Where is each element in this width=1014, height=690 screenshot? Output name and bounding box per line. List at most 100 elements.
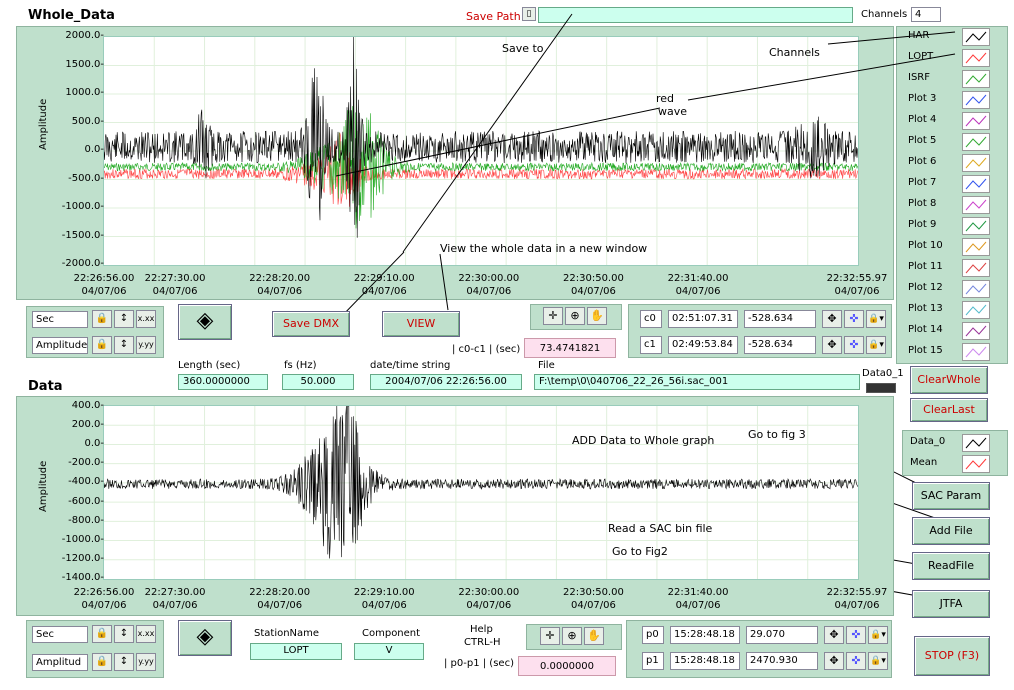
cursor-style-icon[interactable]: ✜ [844,310,864,328]
crosshair-tool-icon-2[interactable]: ✛ [540,627,560,645]
x-tick-date: 04/07/06 [570,600,616,611]
y-unit-field-2[interactable]: Amplitud [32,654,88,671]
x-tick-time: 22:31:40.00 [667,587,729,598]
y-lock-icon-2[interactable]: 🔒 [92,653,112,671]
pan-navigator-icon[interactable]: ◈ [178,304,232,340]
pan-navigator-icon-2[interactable]: ◈ [178,620,232,656]
cursor-lock-icon[interactable]: 🔒▾ [866,310,886,328]
jtfa-button[interactable]: JTFA [912,590,990,618]
x-tick-date: 04/07/06 [675,600,721,611]
datetime-label: date/time string [370,360,451,371]
x-tick-label: 22:27:30.00 04/07/06 [135,586,215,612]
clear-whole-button[interactable]: ClearWhole [910,366,988,394]
cursor-time[interactable]: 15:28:48.18 [670,652,740,670]
station-label: StationName [254,628,320,639]
legend-line-icon [962,434,990,452]
crosshair-tool-icon[interactable]: ✛ [543,307,563,325]
save-dmx-button[interactable]: Save DMX [272,311,350,337]
c0c1-label: | c0-c1 | (sec) [452,344,521,355]
cursor-move-icon[interactable]: ✥ [824,652,844,670]
cursor-style-icon[interactable]: ✜ [846,652,866,670]
view-button[interactable]: VIEW [382,311,460,337]
x-tick-date: 04/07/06 [81,600,127,611]
cursor-value[interactable]: 29.070 [746,626,818,644]
y-tick-label: -1200.0- [61,552,104,564]
component-label: Component [362,628,421,639]
stop-button[interactable]: STOP (F3) [914,636,990,676]
cursor-style-icon[interactable]: ✜ [844,336,864,354]
cursor-move-icon[interactable]: ✥ [822,310,842,328]
cursor-name: c0 [640,310,662,328]
cursor-time[interactable]: 02:51:07.31 [668,310,738,328]
x-tick-time: 22:32:55.97 [826,587,888,598]
legend-item-label: Data_0 [910,436,946,447]
help-label: Help [470,624,493,635]
hand-tool-icon-2[interactable]: ✋ [584,627,604,645]
y-tick-label: -200.0- [68,457,104,469]
cursor-value[interactable]: 2470.930 [746,652,818,670]
y-format-icon-2[interactable]: y.yy [136,653,156,671]
zoom-tool-icon[interactable]: ⊕ [565,307,585,325]
x-unit-field-2[interactable]: Sec [32,626,88,643]
cursor-move-icon[interactable]: ✥ [822,336,842,354]
x-tick-label: 22:26:56.00 04/07/06 [64,586,144,612]
y-tick-label: -1000.0- [61,533,104,545]
x-tick-time: 22:28:20.00 [249,587,311,598]
datetime-value: 2004/07/06 22:26:56.00 [370,374,522,390]
y-lock-icon[interactable]: 🔒 [92,336,112,354]
p0p1-label: | p0-p1 | (sec) [444,658,514,669]
file-path-value: F:\temp\0\040706_22_26_56i.sac_001 [534,374,860,390]
fs-label: fs (Hz) [284,360,317,371]
red-wave-note-1: red [656,92,675,105]
legend-item[interactable]: Data_0 [904,432,1004,453]
c0c1-value: 73.4741821 [524,338,616,358]
x-unit-field[interactable]: Sec [32,311,88,328]
y-unit-field[interactable]: Amplitude [32,337,88,354]
y-tick-label: -600.0- [68,495,104,507]
y-tick-label: -800.0- [68,514,104,526]
zoom-tool-icon-2[interactable]: ⊕ [562,627,582,645]
red-wave-note-2: wave [658,105,688,118]
hand-tool-icon[interactable]: ✋ [587,307,607,325]
x-tick-date: 04/07/06 [361,600,407,611]
cursor-lock-icon[interactable]: 🔒▾ [868,652,888,670]
cursor-value[interactable]: -528.634 [744,336,816,354]
x-tick-time: 22:26:56.00 [73,587,135,598]
x-tick-date: 04/07/06 [834,600,880,611]
x-autoscale-icon[interactable]: ↕ [114,310,134,328]
add-file-button[interactable]: Add File [912,517,990,545]
x-lock-icon-2[interactable]: 🔒 [92,625,112,643]
x-format-icon-2[interactable]: x.xx [136,625,156,643]
cursor-time[interactable]: 02:49:53.84 [668,336,738,354]
cursor-lock-icon[interactable]: 🔒▾ [868,626,888,644]
x-tick-date: 04/07/06 [257,600,303,611]
clear-last-button[interactable]: ClearLast [910,398,988,422]
read-file-button[interactable]: ReadFile [912,552,990,580]
y-tick-label: 200.0- [71,419,104,431]
x-autoscale-icon-2[interactable]: ↕ [114,625,134,643]
x-tick-label: 22:30:00.00 04/07/06 [449,586,529,612]
cursor-value[interactable]: -528.634 [744,310,816,328]
y-autoscale-icon-2[interactable]: ↕ [114,653,134,671]
cursor-name: c1 [640,336,662,354]
data0-1-label: Data0_1 [862,368,904,379]
data-plot-area[interactable] [103,405,859,580]
cursor-time[interactable]: 15:28:48.18 [670,626,740,644]
cursor-lock-icon[interactable]: 🔒▾ [866,336,886,354]
cursor-style-icon[interactable]: ✜ [846,626,866,644]
channels-note: Channels [769,46,820,59]
x-tick-label: 22:30:50.00 04/07/06 [553,586,633,612]
sac-param-button[interactable]: SAC Param [912,482,990,510]
x-lock-icon[interactable]: 🔒 [92,310,112,328]
x-tick-time: 22:30:50.00 [563,587,624,598]
x-format-icon[interactable]: x.xx [136,310,156,328]
y-autoscale-icon[interactable]: ↕ [114,336,134,354]
y-format-icon[interactable]: y.yy [136,336,156,354]
data0-1-indicator [866,383,896,393]
cursor-move-icon[interactable]: ✥ [824,626,844,644]
component-value: V [354,643,424,660]
legend-item[interactable]: Mean [904,453,1004,474]
x-tick-label: 22:28:20.00 04/07/06 [240,586,320,612]
save-to-note: Save to [502,42,544,55]
p0p1-value: 0.0000000 [518,656,616,676]
